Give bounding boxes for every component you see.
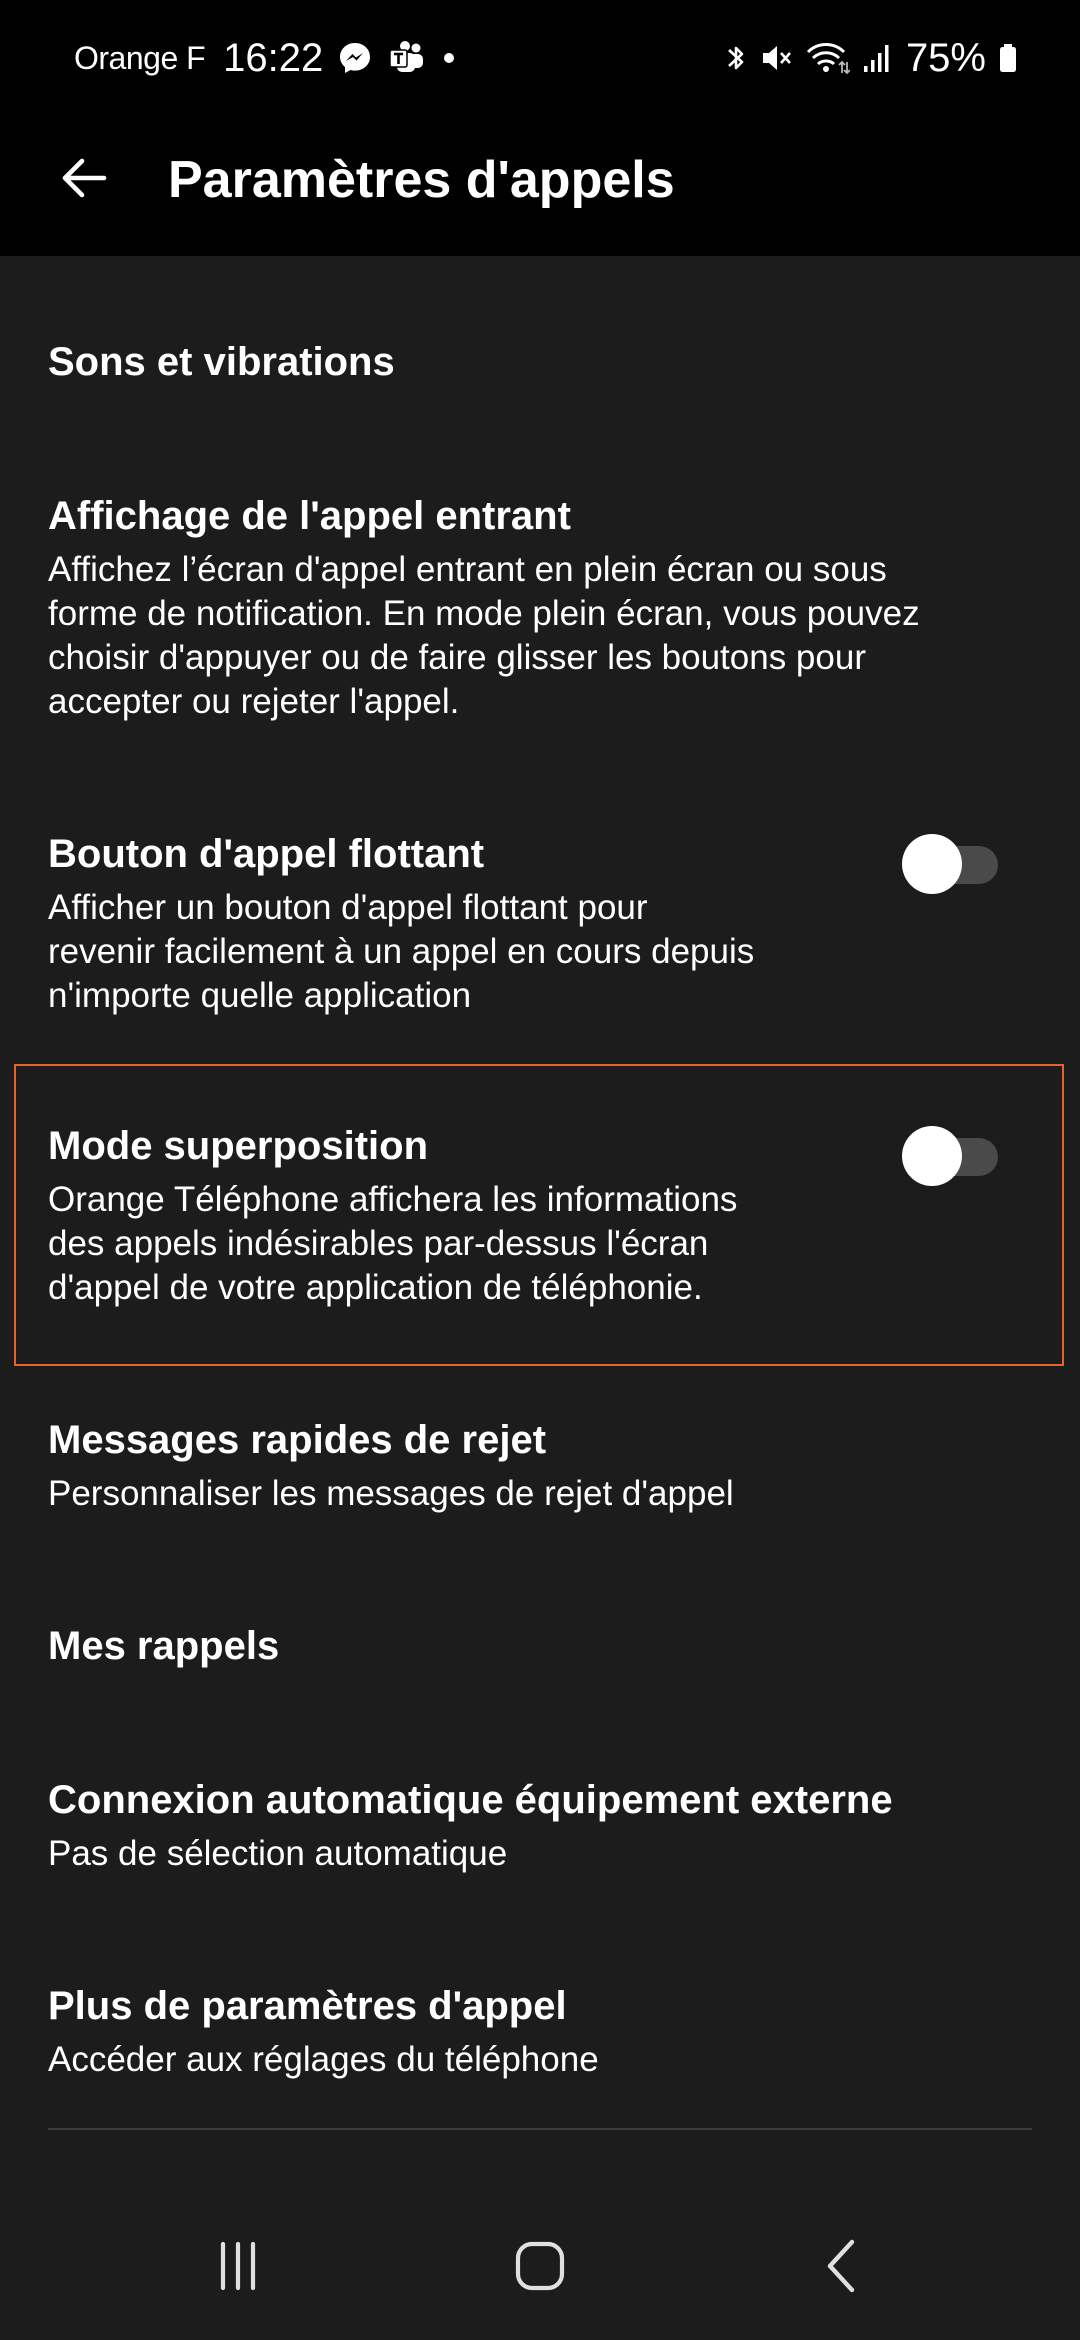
dot-icon bbox=[441, 50, 457, 66]
desc-line: Orange Téléphone affichera les informati… bbox=[48, 1180, 738, 1219]
setting-description: Orange Téléphone affichera les informati… bbox=[48, 1178, 737, 1310]
toggle-thumb bbox=[902, 1126, 962, 1186]
section-header-reminders[interactable]: Mes rappels bbox=[48, 1624, 279, 1669]
desc-line: accepter ou rejeter l'appel. bbox=[48, 682, 460, 721]
back-icon bbox=[812, 2236, 872, 2301]
signal-icon bbox=[862, 40, 892, 76]
setting-quick-reject[interactable]: Messages rapides de rejet Personnaliser … bbox=[0, 1404, 1080, 1544]
desc-line: d'appel de votre application de téléphon… bbox=[48, 1268, 703, 1307]
nav-back-button[interactable] bbox=[782, 2228, 902, 2308]
overlay-mode-toggle[interactable] bbox=[902, 1126, 998, 1186]
battery-icon bbox=[998, 40, 1018, 76]
setting-description: Afficher un bouton d'appel flottant pour… bbox=[48, 886, 754, 1018]
messenger-icon bbox=[337, 40, 373, 76]
setting-description: Accéder aux réglages du téléphone bbox=[48, 2040, 599, 2079]
setting-title: Mode superposition bbox=[48, 1124, 428, 1168]
status-time: 16:22 bbox=[223, 35, 324, 80]
setting-title: Connexion automatique équipement externe bbox=[48, 1778, 893, 1822]
setting-incoming-display[interactable]: Affichage de l'appel entrant Affichez l’… bbox=[0, 480, 1080, 750]
setting-title: Affichage de l'appel entrant bbox=[48, 494, 571, 538]
status-bar: Orange F 16:22 75% bbox=[0, 0, 1080, 112]
setting-more-call-settings[interactable]: Plus de paramètres d'appel Accéder aux r… bbox=[0, 1970, 1080, 2110]
recents-button[interactable] bbox=[178, 2228, 298, 2308]
section-header-sounds[interactable]: Sons et vibrations bbox=[48, 340, 395, 385]
page-title: Paramètres d'appels bbox=[168, 151, 675, 209]
desc-line: Afficher un bouton d'appel flottant pour bbox=[48, 888, 648, 927]
setting-floating-button[interactable]: Bouton d'appel flottant Afficher un bout… bbox=[0, 818, 1080, 1038]
home-icon bbox=[510, 2236, 570, 2301]
setting-title: Messages rapides de rejet bbox=[48, 1418, 547, 1462]
navigation-bar bbox=[0, 2198, 1080, 2340]
app-bar: Paramètres d'appels bbox=[0, 112, 1080, 256]
setting-overlay-mode[interactable]: Mode superposition Orange Téléphone affi… bbox=[0, 1110, 1080, 1330]
setting-description: Personnaliser les messages de rejet d'ap… bbox=[48, 1474, 734, 1513]
desc-line: forme de notification. En mode plein écr… bbox=[48, 594, 920, 633]
setting-description: Affichez l’écran d'appel entrant en plei… bbox=[48, 548, 920, 724]
setting-title: Bouton d'appel flottant bbox=[48, 832, 485, 876]
setting-description: Pas de sélection automatique bbox=[48, 1834, 508, 1873]
setting-title: Plus de paramètres d'appel bbox=[48, 1984, 567, 2028]
wifi-icon bbox=[806, 40, 850, 76]
carrier-name: Orange F bbox=[74, 39, 206, 76]
recents-icon bbox=[208, 2236, 268, 2301]
desc-line: n'importe quelle application bbox=[48, 976, 472, 1015]
bluetooth-icon bbox=[724, 40, 748, 76]
toggle-thumb bbox=[902, 834, 962, 894]
teams-icon bbox=[387, 40, 427, 76]
desc-line: revenir facilement à un appel en cours d… bbox=[48, 932, 755, 971]
desc-line: Affichez l’écran d'appel entrant en plei… bbox=[48, 550, 887, 589]
desc-line: choisir d'appuyer ou de faire glisser le… bbox=[48, 638, 866, 677]
divider bbox=[48, 2128, 1032, 2130]
desc-line: des appels indésirables par-dessus l'écr… bbox=[48, 1224, 709, 1263]
setting-auto-connect[interactable]: Connexion automatique équipement externe… bbox=[0, 1764, 1080, 1904]
arrow-left-icon bbox=[58, 152, 110, 209]
back-button[interactable] bbox=[46, 142, 122, 218]
home-button[interactable] bbox=[480, 2228, 600, 2308]
mute-icon bbox=[760, 40, 794, 76]
floating-button-toggle[interactable] bbox=[902, 834, 998, 894]
battery-percent: 75% bbox=[905, 35, 986, 80]
